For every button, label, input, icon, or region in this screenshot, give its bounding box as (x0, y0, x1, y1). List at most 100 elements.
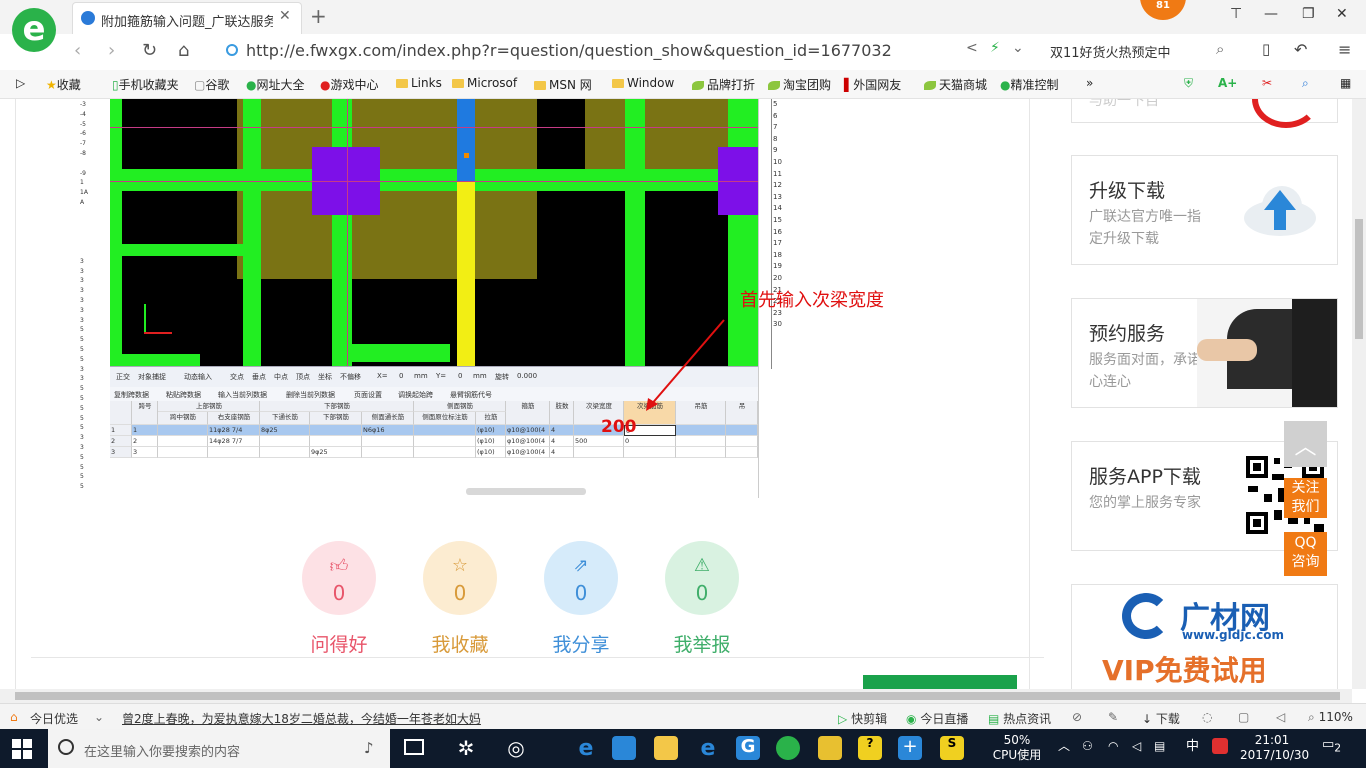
bookmark-mobile[interactable]: ▯手机收藏夹 (112, 76, 179, 93)
cad-toolbar-item[interactable]: 交点 (230, 372, 244, 382)
sidebar-upgrade[interactable]: 升级下载 广联达官方唯一指定升级下载 (1071, 155, 1338, 265)
store-icon[interactable] (612, 736, 636, 760)
cad-toolbar-item[interactable]: 旋转 (495, 372, 509, 382)
table-cell[interactable]: φ10@100(4 (506, 447, 550, 458)
table-toolbar-item[interactable]: 页面设置 (354, 390, 382, 400)
edge-icon[interactable]: e (574, 736, 598, 761)
new-tab-icon[interactable]: + (310, 4, 327, 28)
table-cell[interactable]: 500 (574, 436, 624, 447)
table-cell[interactable] (414, 447, 476, 458)
user-badge[interactable]: 81 (1140, 0, 1186, 20)
ie-icon[interactable]: e (696, 736, 720, 761)
column-header[interactable]: 侧面通长筋 (362, 412, 414, 425)
tab-close-icon[interactable]: ✕ (279, 8, 291, 24)
task-view-icon[interactable] (404, 739, 424, 755)
table-cell[interactable]: (φ10) (476, 447, 506, 458)
table-cell[interactable]: (φ10) (476, 425, 506, 436)
wifi-icon[interactable]: ◠ (1108, 739, 1118, 754)
bookmark-precise[interactable]: ●精准控制 (1000, 76, 1059, 93)
refresh-icon[interactable]: ↻ (142, 40, 157, 61)
table-cell[interactable]: 11φ28 7/4 (208, 425, 260, 436)
help-icon[interactable]: ? (858, 736, 882, 760)
browser-tab[interactable]: 附加箍筋输入问题_广联达服务新干线 ✕ (72, 2, 302, 35)
follow-us-button[interactable]: 关注我们 (1284, 478, 1327, 518)
column-header[interactable]: 下通长筋 (260, 412, 310, 425)
table-cell[interactable] (414, 436, 476, 447)
table-toolbar-item[interactable]: 输入当前列数据 (218, 390, 267, 400)
grid-icon[interactable]: ▦ (1340, 76, 1351, 90)
table-toolbar-item[interactable]: 悬臂钢筋代号 (450, 390, 492, 400)
vertical-scroll-thumb[interactable] (1355, 219, 1363, 339)
cad-toolbar-item[interactable]: 动态输入 (184, 372, 212, 382)
cad-toolbar-item[interactable]: 中点 (274, 372, 288, 382)
zoom-level[interactable]: ⌕ 110% (1308, 710, 1353, 725)
cad-toolbar-item[interactable]: 0.000 (517, 372, 537, 380)
minimize-icon[interactable]: — (1264, 6, 1278, 22)
stat-thumbs-up-button[interactable]: 👍︎ 0 (302, 541, 376, 615)
table-cell[interactable]: 14φ28 7/7 (208, 436, 260, 447)
bookmark-links[interactable]: Links (396, 76, 442, 90)
phone-icon[interactable]: ▯ (1262, 40, 1270, 58)
microphone-icon[interactable]: ♪ (364, 739, 374, 757)
window-icon[interactable]: ▢ (1238, 710, 1249, 724)
glodon-icon[interactable]: G (736, 736, 760, 760)
table-cell[interactable] (676, 447, 726, 458)
cad-toolbar-item[interactable]: 对象捕捉 (138, 372, 166, 382)
more-bookmarks-icon[interactable]: » (1086, 76, 1093, 90)
table-cell[interactable] (414, 425, 476, 436)
sidebar-toggle-icon[interactable]: ▷ (16, 76, 25, 90)
scissors-icon[interactable]: ✂ (1262, 76, 1272, 90)
cad-toolbar-item[interactable]: 垂点 (252, 372, 266, 382)
table-cell[interactable]: 9φ25 (310, 447, 362, 458)
table-cell[interactable]: 8φ25 (260, 425, 310, 436)
sidebar-appointment[interactable]: 预约服务 服务面对面，承诺心连心 (1071, 298, 1338, 408)
table-cell[interactable]: 3 (110, 447, 132, 458)
column-header[interactable]: 箍筋 (506, 401, 550, 425)
table-cell[interactable] (362, 436, 414, 447)
bookmark-microsoft[interactable]: Microsof (452, 76, 517, 90)
table-cell[interactable] (726, 447, 758, 458)
today-picks[interactable]: 今日优选 (30, 710, 78, 727)
cad-toolbar-item[interactable]: mm (473, 372, 487, 380)
table-cell[interactable] (624, 447, 676, 458)
today-live[interactable]: ◉ 今日直播 (906, 710, 968, 727)
news-ticker[interactable]: 曾2度上春晚，为爱执意嫁大18岁二婚总裁，今结婚一年苍老如大妈 (122, 710, 481, 727)
bookmark-taobao[interactable]: 淘宝团购 (768, 76, 831, 93)
notes-icon[interactable] (818, 736, 842, 760)
stat-label[interactable]: 我举报 (652, 630, 752, 657)
cad-toolbar-item[interactable]: 不偏移 (340, 372, 361, 382)
cad-toolbar-item[interactable]: 0 (399, 372, 403, 380)
table-cell[interactable] (676, 425, 726, 436)
table-cell[interactable]: 3 (132, 447, 158, 458)
ime-indicator[interactable]: 中 (1186, 739, 1199, 754)
table-cell[interactable]: 4 (550, 425, 574, 436)
cad-toolbar-item[interactable]: mm (414, 372, 428, 380)
browser-task-icon[interactable] (776, 736, 800, 760)
table-cell[interactable]: 4 (550, 447, 574, 458)
sidebar-partial-box[interactable]: 与助一下自 (1071, 99, 1338, 128)
stat-label[interactable]: 我收藏 (410, 630, 510, 657)
cad-toolbar-item[interactable]: 顶点 (296, 372, 310, 382)
app-swirl-icon[interactable]: ◎ (504, 736, 528, 760)
search-icon[interactable]: ⌕ (1216, 40, 1224, 58)
stat-label[interactable]: 问得好 (289, 630, 389, 657)
sidebar-ad[interactable]: 广材网 www.gldjc.com VIP免费试用 (1071, 584, 1338, 689)
table-cell[interactable]: 0 (624, 436, 676, 447)
compass-icon[interactable]: ⊘ (1072, 710, 1082, 724)
s-app-icon[interactable]: S (940, 736, 964, 760)
table-cell[interactable] (260, 436, 310, 447)
table-toolbar-item[interactable]: 粘贴跨数据 (166, 390, 201, 400)
table-cell[interactable]: 4 (550, 436, 574, 447)
sogou-icon[interactable] (1212, 738, 1228, 754)
table-cell[interactable] (310, 436, 362, 447)
forward-icon[interactable]: › (108, 40, 115, 61)
table-cell[interactable]: (φ10) (476, 436, 506, 447)
explorer-icon[interactable] (654, 736, 678, 760)
browser-logo-icon[interactable] (12, 8, 56, 52)
mute-icon[interactable]: ◁ (1276, 710, 1285, 724)
tray-app-icon[interactable]: ⚇ (1082, 739, 1093, 754)
bookmark-games[interactable]: ●游戏中心 (320, 76, 379, 93)
bookmark-windows[interactable]: Window (612, 76, 674, 90)
hot-news[interactable]: ▤ 热点资讯 (988, 710, 1051, 727)
question-screenshot[interactable]: -3 -4 -5 -6 -7 -8 -9 1 1A A 3 3 3 3 3 3 3 5 5 5 5 3 3 5 5 5 5 5 3 3 5 5… (66, 99, 759, 498)
